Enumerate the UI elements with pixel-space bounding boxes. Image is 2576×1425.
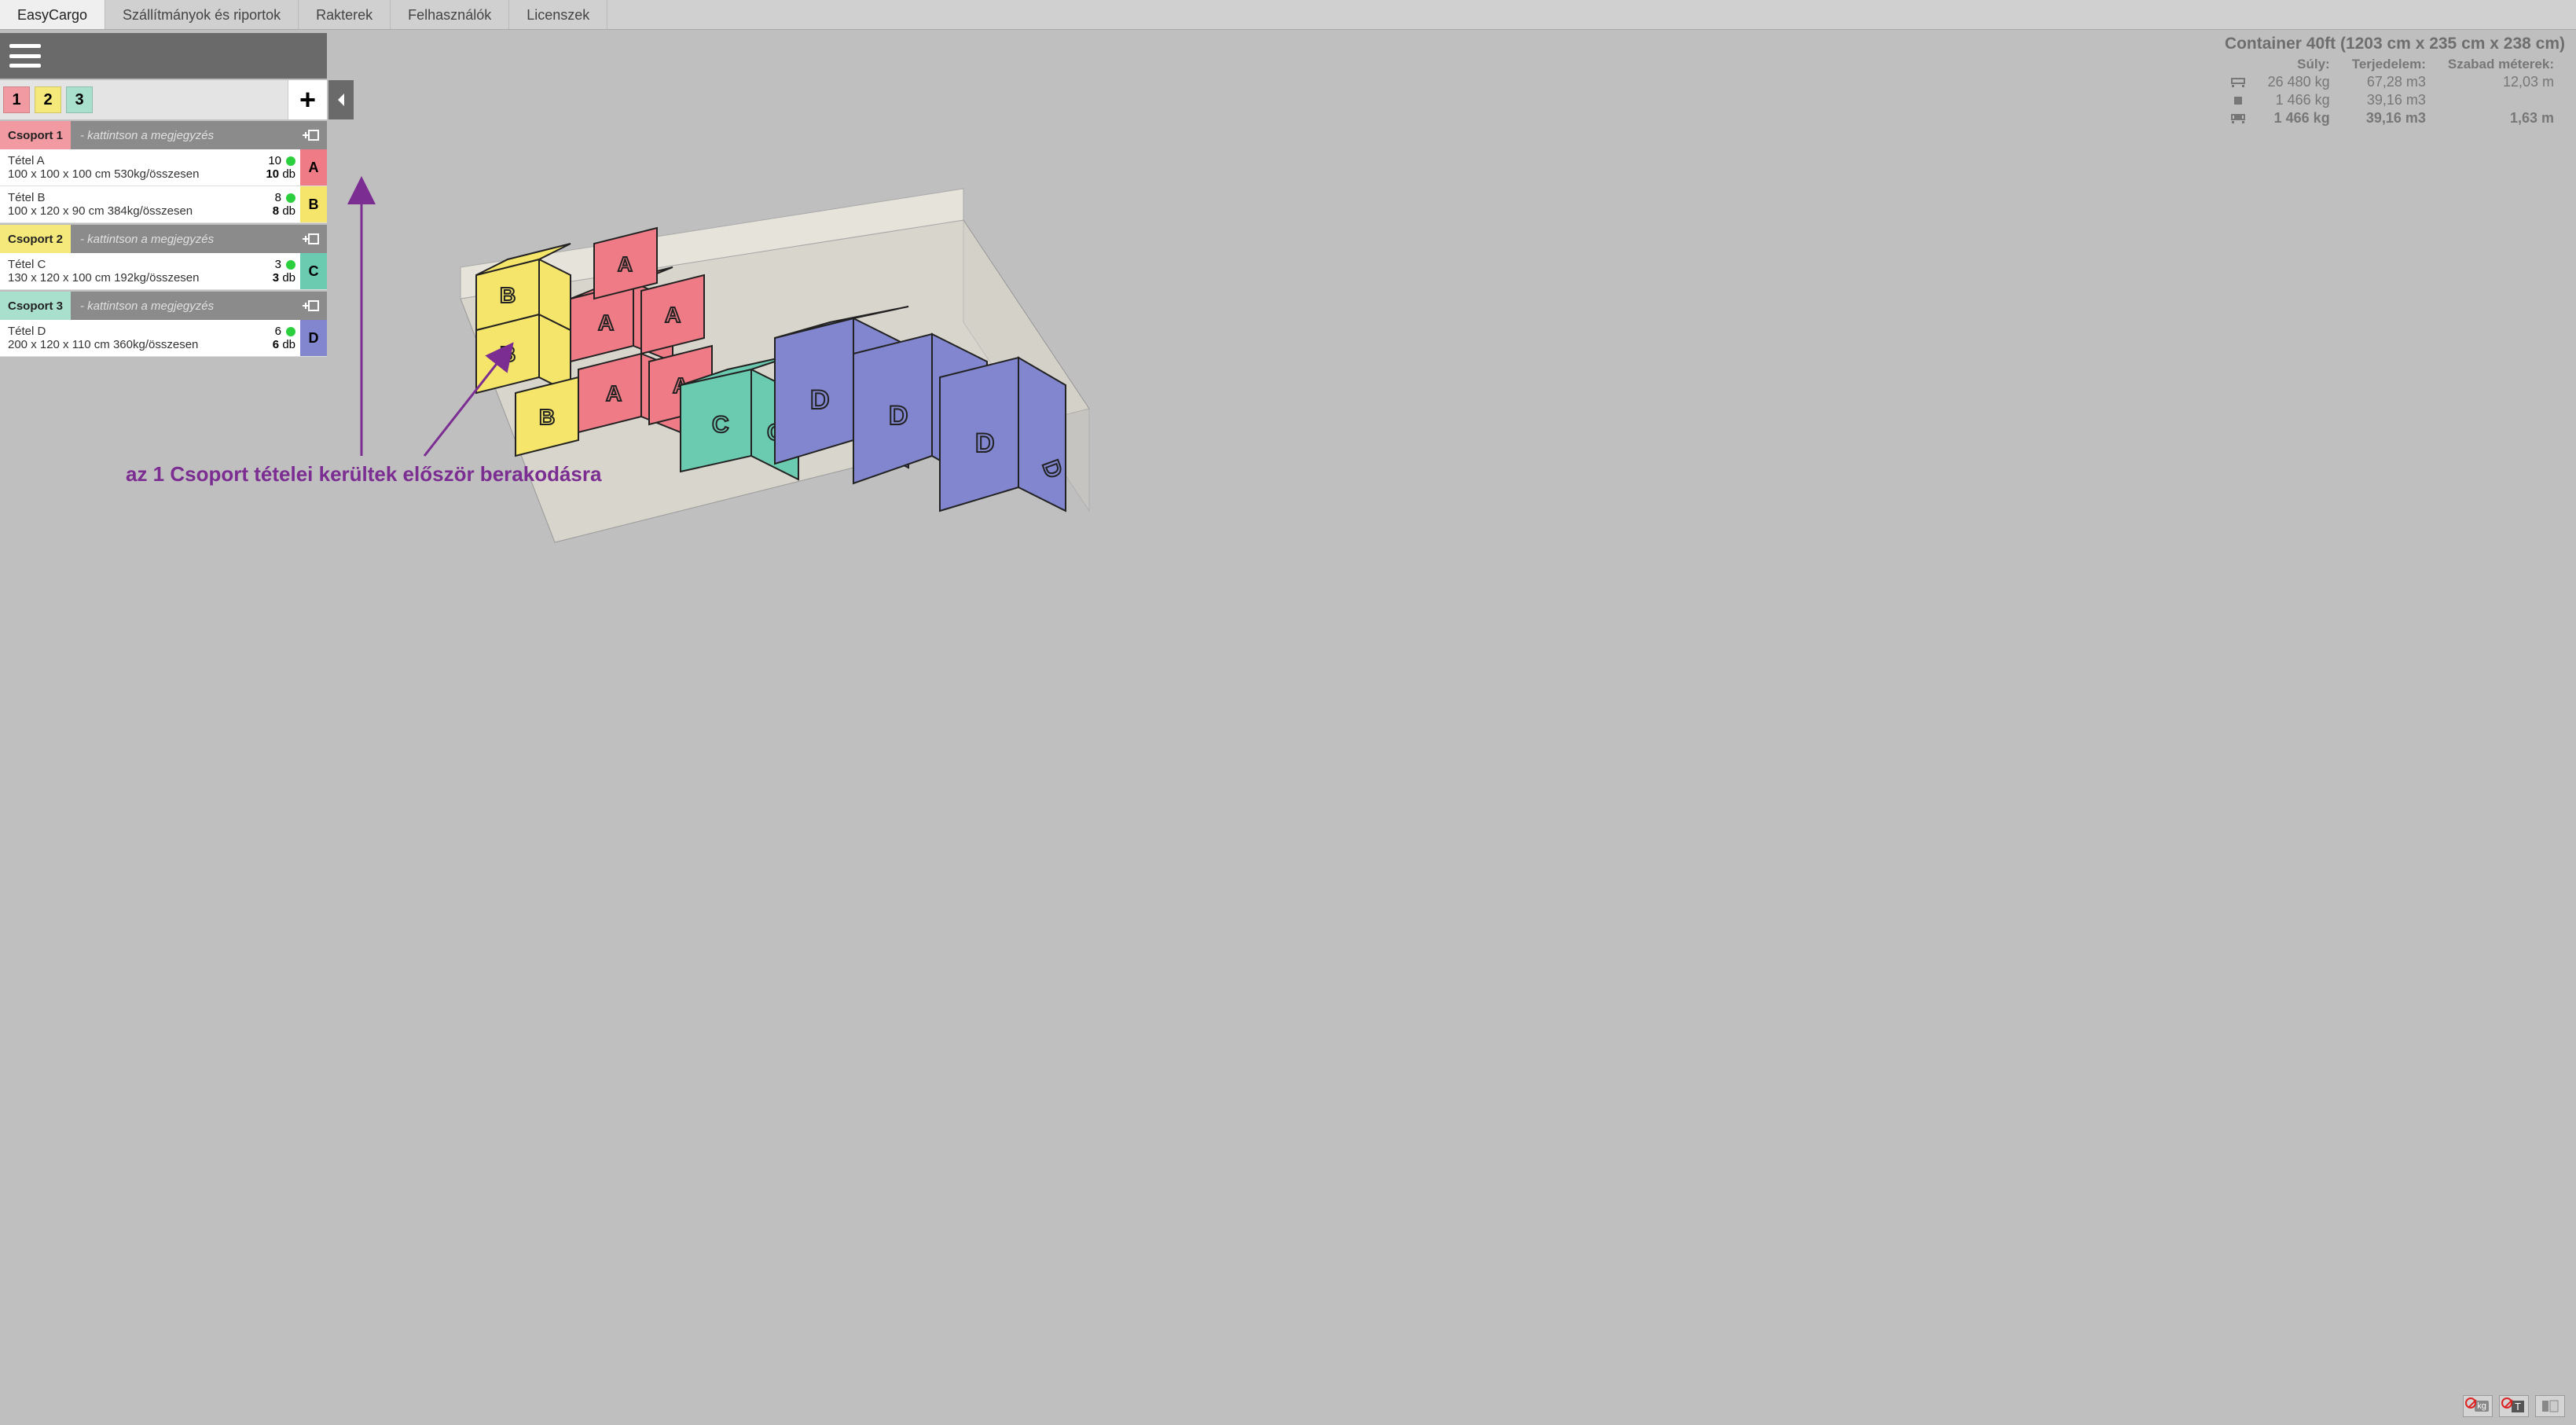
item-name: Tétel B <box>8 191 245 204</box>
status-dot-icon <box>286 260 295 270</box>
forbid-icon <box>2465 1397 2476 1408</box>
group-label: Csoport 1 <box>0 121 71 149</box>
svg-text:A: A <box>665 303 681 327</box>
item-dims: 200 x 120 x 110 cm 360kg/összesen <box>8 338 245 351</box>
item-color-swatch[interactable]: A <box>300 149 327 185</box>
nav-tab-users[interactable]: Felhasználók <box>391 0 509 29</box>
item-row[interactable]: Tétel C 130 x 120 x 100 cm 192kg/összese… <box>0 253 327 290</box>
forbid-icon <box>2501 1397 2512 1408</box>
item-info: Tétel B 100 x 120 x 90 cm 384kg/összesen <box>0 186 253 222</box>
nav-tab-easycargo[interactable]: EasyCargo <box>0 0 105 29</box>
col-free: Szabad méterek: <box>2437 57 2565 74</box>
hamburger-icon[interactable] <box>9 44 41 68</box>
item-info: Tétel C 130 x 120 x 100 cm 192kg/összese… <box>0 253 253 289</box>
qty-top: 3 <box>275 258 281 271</box>
layout-icon <box>2541 1400 2559 1412</box>
item-row[interactable]: Tétel A 100 x 100 x 100 cm 530kg/összese… <box>0 149 327 186</box>
nav-tab-cargospaces[interactable]: Rakterek <box>299 0 391 29</box>
svg-text:A: A <box>598 310 614 335</box>
item-dims: 100 x 100 x 100 cm 530kg/összesen <box>8 167 245 181</box>
group-tab-3[interactable]: 3 <box>66 86 93 113</box>
qty-bottom: 3 <box>273 271 279 285</box>
group-header-3[interactable]: Csoport 3 - kattintson a megjegyzés <box>0 292 327 320</box>
item-qty: 3 3 db <box>253 253 300 289</box>
kg-badge: kg <box>2475 1401 2489 1412</box>
col-weight: Súly: <box>2257 57 2341 74</box>
svg-text:A: A <box>606 381 622 406</box>
group-label: Csoport 3 <box>0 292 71 320</box>
viewport-3d[interactable]: B B B A A A A A C C D D D D <box>327 79 2576 1425</box>
sidebar-header <box>0 33 327 79</box>
svg-text:D: D <box>975 428 995 458</box>
item-qty: 6 6 db <box>253 320 300 356</box>
qty-top: 6 <box>275 325 281 338</box>
item-color-swatch[interactable]: B <box>300 186 327 222</box>
item-name: Tétel D <box>8 325 245 338</box>
group-note[interactable]: - kattintson a megjegyzés <box>71 233 327 246</box>
group-header-1[interactable]: Csoport 1 - kattintson a megjegyzés <box>0 121 327 149</box>
toggle-weight-button[interactable]: kg <box>2463 1395 2493 1417</box>
toggle-layout-button[interactable] <box>2535 1395 2565 1417</box>
svg-text:C: C <box>712 412 729 438</box>
qty-unit: db <box>282 338 295 351</box>
group-tab-2[interactable]: 2 <box>35 86 61 113</box>
qty-bottom: 10 <box>266 167 279 181</box>
item-qty: 8 8 db <box>253 186 300 222</box>
toggle-text-button[interactable]: T <box>2499 1395 2529 1417</box>
svg-text:D: D <box>889 401 908 431</box>
item-qty: 10 10 db <box>253 149 300 185</box>
svg-text:D: D <box>810 385 830 415</box>
annotation-text: az 1 Csoport tételei kerültek először be… <box>126 462 601 487</box>
add-item-icon[interactable] <box>300 296 321 315</box>
item-name: Tétel C <box>8 258 245 271</box>
add-group-button[interactable]: + <box>288 80 327 119</box>
item-name: Tétel A <box>8 154 245 167</box>
nav-tab-licenses[interactable]: Licenszek <box>509 0 607 29</box>
status-dot-icon <box>286 193 295 203</box>
group-note[interactable]: - kattintson a megjegyzés <box>71 299 327 313</box>
group-tab-1[interactable]: 1 <box>3 86 30 113</box>
t-badge: T <box>2512 1401 2524 1412</box>
item-color-swatch[interactable]: D <box>300 320 327 356</box>
status-dot-icon <box>286 156 295 166</box>
svg-text:B: B <box>539 405 555 429</box>
group-header-2[interactable]: Csoport 2 - kattintson a megjegyzés <box>0 225 327 253</box>
item-dims: 100 x 120 x 90 cm 384kg/összesen <box>8 204 245 218</box>
qty-unit: db <box>282 204 295 218</box>
col-volume: Terjedelem: <box>2341 57 2437 74</box>
add-item-icon[interactable] <box>300 230 321 248</box>
container-render: B B B A A A A A C C D D D D <box>413 173 1097 613</box>
qty-bottom: 6 <box>273 338 279 351</box>
group-label: Csoport 2 <box>0 225 71 253</box>
svg-text:B: B <box>500 342 516 366</box>
qty-unit: db <box>282 167 295 181</box>
svg-text:B: B <box>500 283 516 307</box>
item-row[interactable]: Tétel D 200 x 120 x 110 cm 360kg/összese… <box>0 320 327 357</box>
group-tabs-row: 1 2 3 + <box>0 80 327 119</box>
status-dot-icon <box>286 327 295 336</box>
item-dims: 130 x 120 x 100 cm 192kg/összesen <box>8 271 245 285</box>
svg-text:A: A <box>618 252 633 276</box>
qty-unit: db <box>282 271 295 285</box>
group-note[interactable]: - kattintson a megjegyzés <box>71 129 327 142</box>
nav-tab-shipments[interactable]: Szállítmányok és riportok <box>105 0 299 29</box>
item-info: Tétel D 200 x 120 x 110 cm 360kg/összese… <box>0 320 253 356</box>
qty-bottom: 8 <box>273 204 279 218</box>
item-info: Tétel A 100 x 100 x 100 cm 530kg/összese… <box>0 149 253 185</box>
add-item-icon[interactable] <box>300 126 321 145</box>
qty-top: 10 <box>268 154 281 167</box>
top-nav: EasyCargo Szállítmányok és riportok Rakt… <box>0 0 2576 30</box>
container-title: Container 40ft (1203 cm x 235 cm x 238 c… <box>2219 35 2565 53</box>
item-color-swatch[interactable]: C <box>300 253 327 289</box>
item-row[interactable]: Tétel B 100 x 120 x 90 cm 384kg/összesen… <box>0 186 327 223</box>
qty-top: 8 <box>275 191 281 204</box>
view-toolbar: kg T <box>2463 1395 2565 1417</box>
